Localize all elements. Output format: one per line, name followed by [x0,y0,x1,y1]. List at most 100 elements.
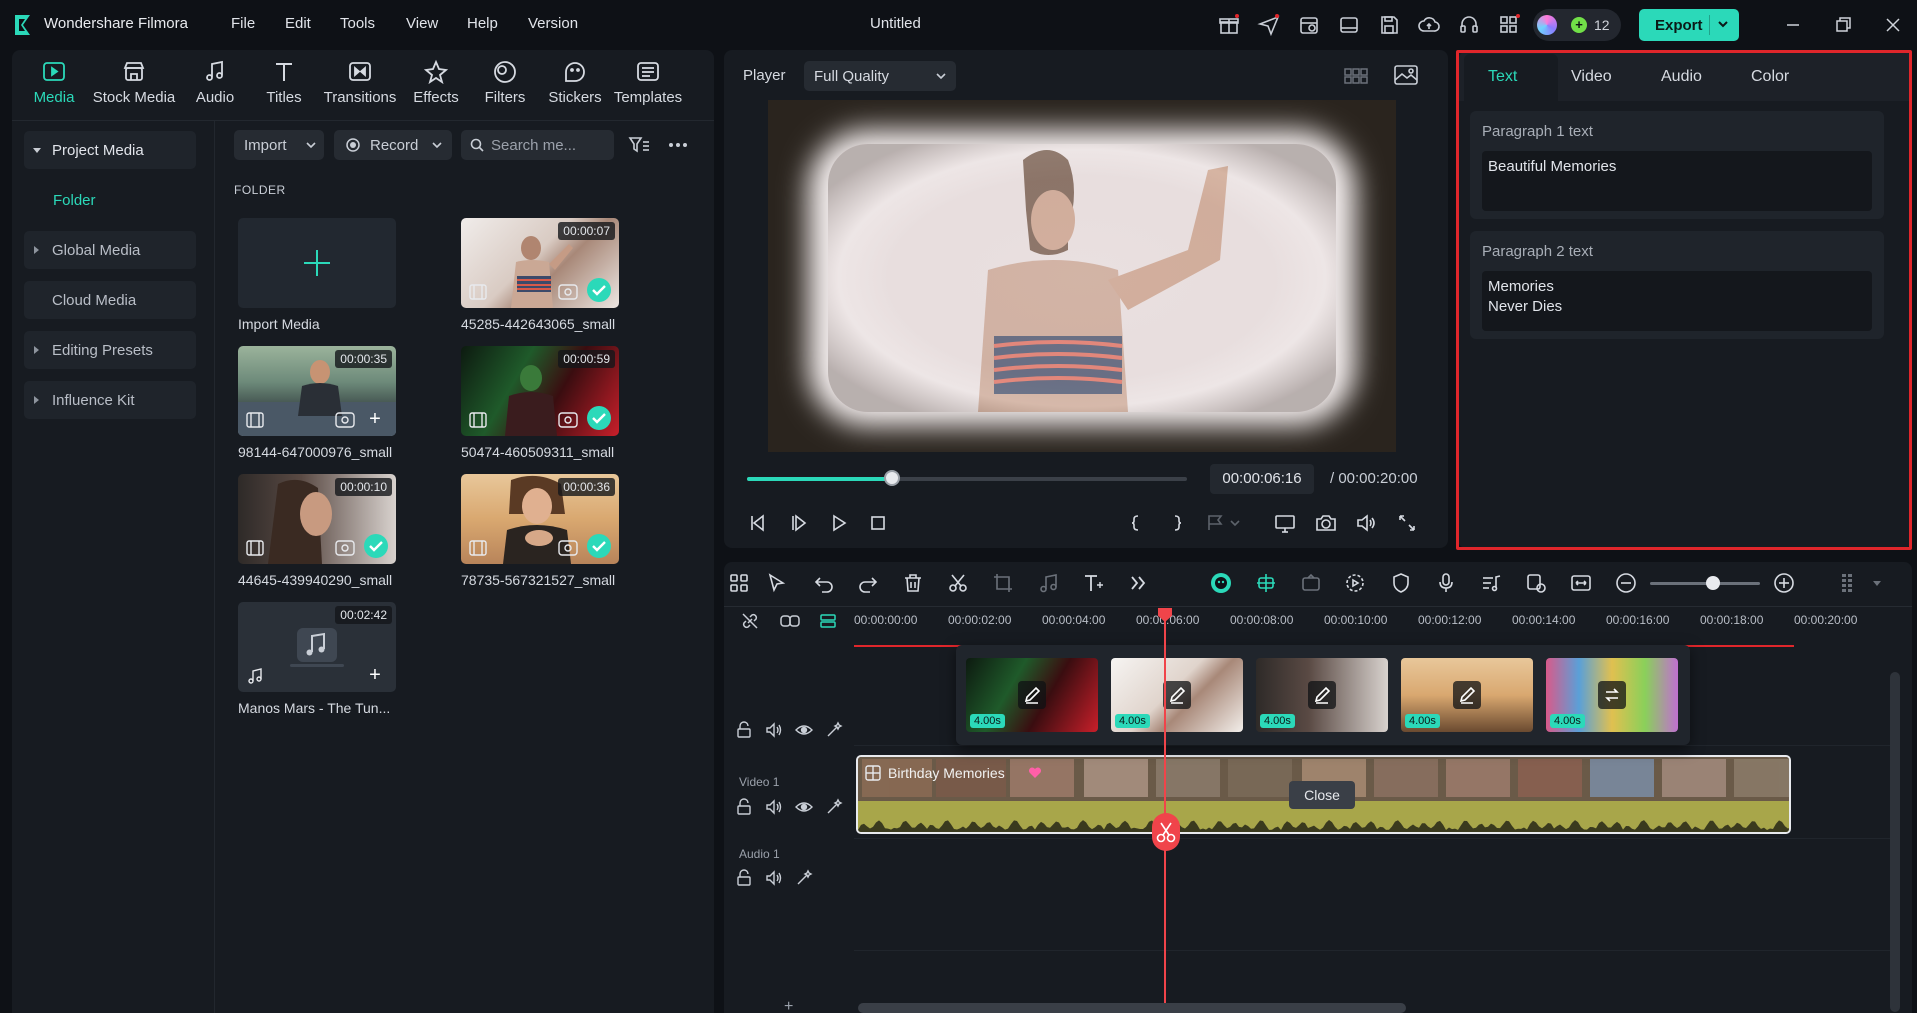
search-box[interactable] [461,130,614,160]
volume-icon[interactable] [1354,511,1378,535]
music-list-icon[interactable] [1479,571,1503,595]
sidebar-item-folder[interactable]: Folder [24,181,196,219]
time-ruler[interactable]: 00:00:00:00 00:00:02:00 00:00:04:00 00:0… [854,607,1894,647]
delete-icon[interactable] [901,571,925,595]
replace-icon[interactable] [1524,571,1548,595]
scissors-icon[interactable] [946,571,970,595]
audio-edit-icon[interactable] [1036,571,1060,595]
tab-audio-properties[interactable]: Audio [1661,68,1702,86]
tab-effects[interactable]: Effects [410,58,462,118]
track-layout-icon[interactable] [1837,571,1861,595]
credits-badge[interactable]: + 12 [1533,9,1621,41]
playback-scrubber[interactable] [884,470,900,486]
record-dropdown[interactable]: Record [334,130,452,160]
zoom-out-icon[interactable] [1614,571,1638,595]
lock-icon[interactable] [735,721,753,739]
video-preview[interactable] [768,100,1396,452]
fullscreen-icon[interactable] [1395,511,1419,535]
menu-tools[interactable]: Tools [340,15,375,32]
microphone-icon[interactable] [1434,571,1458,595]
lock-icon[interactable] [735,869,753,887]
menu-help[interactable]: Help [467,15,498,32]
eye-icon[interactable] [795,721,813,739]
import-media-tile[interactable] [238,218,396,308]
display-settings-icon[interactable] [1273,511,1297,535]
quality-dropdown[interactable]: Full Quality [804,61,956,91]
eye-icon[interactable] [795,798,813,816]
add-icon[interactable]: + [366,665,384,685]
shield-icon[interactable] [1389,571,1413,595]
avatar[interactable] [1537,15,1557,35]
paragraph-1-text-field[interactable]: Beautiful Memories [1482,151,1872,211]
speed-icon[interactable] [1343,571,1367,595]
prev-frame-icon[interactable] [746,511,770,535]
split-scissors-icon[interactable] [1152,813,1180,851]
save-icon[interactable] [1377,13,1401,37]
wand-icon[interactable] [825,798,843,816]
popup-clip[interactable]: 4.00s [1401,658,1533,732]
popup-clip[interactable]: 4.00s [966,658,1098,732]
chevron-down-icon[interactable] [1870,571,1894,595]
chevron-down-icon[interactable] [1716,17,1730,31]
cloud-upload-icon[interactable] [1417,13,1441,37]
select-cursor-icon[interactable] [765,571,789,595]
tab-audio[interactable]: Audio [190,58,240,118]
mark-in-icon[interactable] [1124,511,1148,535]
menu-file[interactable]: File [231,15,255,32]
import-dropdown[interactable]: Import [234,130,324,160]
snapshot-image-icon[interactable] [1393,63,1419,87]
undo-icon[interactable] [812,571,836,595]
playhead-line[interactable] [1164,610,1166,1013]
edit-pencil-icon[interactable] [1018,681,1046,709]
menu-version[interactable]: Version [528,15,578,32]
link-clip-icon[interactable] [779,611,800,629]
redo-icon[interactable] [856,571,880,595]
tab-video[interactable]: Video [1571,68,1612,86]
tab-filters[interactable]: Filters [480,58,530,118]
text-tool-icon[interactable] [1081,571,1105,595]
add-icon[interactable]: + [366,409,384,429]
more-tools-chevron-icon[interactable] [1126,571,1150,595]
camera-icon[interactable] [1314,511,1338,535]
snap-magnet-icon[interactable] [1254,571,1278,595]
stop-icon[interactable] [866,511,890,535]
grid-view-icon[interactable] [1343,64,1369,88]
ai-mascot-icon[interactable] [1209,571,1233,595]
horizontal-scrollbar[interactable] [858,1003,1406,1013]
tab-transitions[interactable]: Transitions [322,58,398,118]
speaker-icon[interactable] [765,721,783,739]
edit-pencil-icon[interactable] [1308,681,1336,709]
tab-stock-media[interactable]: Stock Media [92,58,176,118]
zoom-in-icon[interactable] [1772,571,1796,595]
vertical-scrollbar[interactable] [1890,672,1900,1012]
zoom-slider-knob[interactable] [1706,576,1720,590]
popup-clip[interactable]: 4.00s [1256,658,1388,732]
sidebar-item-global-media[interactable]: Global Media [24,231,196,269]
tab-color[interactable]: Color [1751,68,1789,86]
next-frame-icon[interactable] [787,511,811,535]
close-tooltip[interactable]: Close [1289,781,1355,809]
calendar-icon[interactable] [1297,13,1321,37]
layout-icon[interactable] [1337,13,1361,37]
tab-text[interactable]: Text [1488,68,1517,86]
close-icon[interactable] [1882,14,1904,36]
wand-icon[interactable] [825,721,843,739]
wand-icon[interactable] [795,869,813,887]
sidebar-item-project-media[interactable]: Project Media [24,131,196,169]
add-track-icon[interactable]: + [784,998,793,1013]
layout-grid-icon[interactable] [727,571,751,595]
send-icon[interactable] [1257,13,1281,37]
edit-pencil-icon[interactable] [1163,681,1191,709]
sidebar-item-editing-presets[interactable]: Editing Presets [24,331,196,369]
filter-sort-icon[interactable] [627,133,651,157]
menu-view[interactable]: View [406,15,438,32]
restore-icon[interactable] [1832,14,1854,36]
edit-pencil-icon[interactable] [1453,681,1481,709]
search-input[interactable] [491,135,606,155]
more-icon[interactable] [666,133,690,157]
menu-edit[interactable]: Edit [285,15,311,32]
zoom-slider-track[interactable] [1650,582,1760,585]
keyframe-icon[interactable] [1299,571,1323,595]
mark-out-icon[interactable] [1165,511,1189,535]
tab-templates[interactable]: Templates [613,58,683,118]
